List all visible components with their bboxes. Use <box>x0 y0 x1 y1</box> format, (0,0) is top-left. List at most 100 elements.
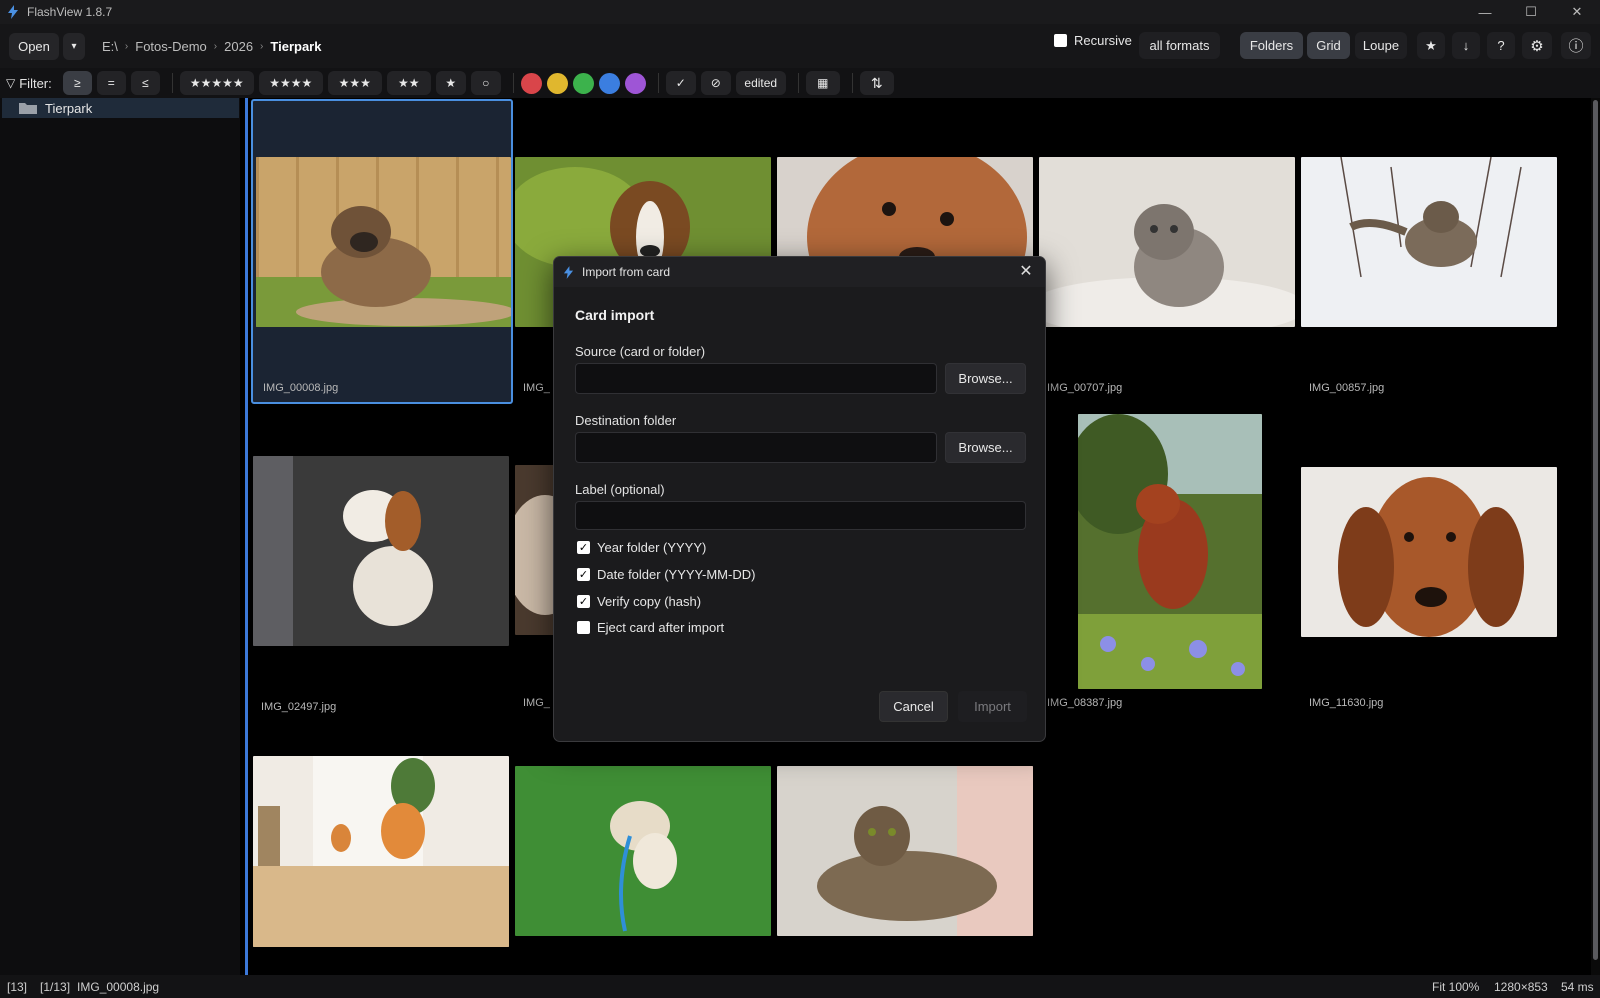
grid-item[interactable]: IMG_08387.jpg <box>1037 406 1299 711</box>
close-window-button[interactable]: ✕ <box>1554 0 1600 24</box>
verify-copy-option[interactable]: ✓ Verify copy (hash) <box>577 594 701 609</box>
color-label-dot[interactable] <box>546 72 568 94</box>
year-folder-option[interactable]: ✓ Year folder (YYYY) <box>577 540 706 555</box>
edited-filter-button[interactable]: edited <box>735 71 786 95</box>
cancel-button[interactable]: Cancel <box>879 691 948 722</box>
load-time: 54 ms <box>1561 979 1594 994</box>
grid-item[interactable] <box>251 713 513 975</box>
settings-icon[interactable]: ⚙ <box>1522 32 1552 59</box>
image-position: [1/13] <box>40 979 71 994</box>
grid-item[interactable]: IMG_02497.jpg <box>251 406 513 713</box>
thumbnail-image <box>1039 157 1295 327</box>
recursive-label: Recursive <box>1074 33 1132 48</box>
scrollbar-thumb[interactable] <box>1593 100 1598 960</box>
color-label-dot[interactable] <box>572 72 594 94</box>
verify-copy-label: Verify copy (hash) <box>597 594 702 609</box>
divider <box>512 73 514 93</box>
date-folder-checkbox[interactable]: ✓ <box>577 568 590 581</box>
compare-lte-button[interactable]: ≤ <box>130 71 160 95</box>
eject-card-option[interactable]: Eject card after import <box>577 620 724 635</box>
divider <box>851 73 853 93</box>
compare-eq-button[interactable]: = <box>96 71 126 95</box>
breadcrumb-2026[interactable]: 2026 <box>224 39 253 54</box>
breadcrumb-tierpark[interactable]: Tierpark <box>270 39 321 54</box>
thumbnail-filename: IMG_08387.jpg <box>1047 697 1123 709</box>
thumbnail-image <box>515 766 771 936</box>
source-browse-button[interactable]: Browse... <box>945 363 1026 394</box>
zoom-level: Fit 100% <box>1432 979 1480 994</box>
download-icon[interactable]: ↓ <box>1452 32 1480 59</box>
sidebar-item-tierpark[interactable]: Tierpark <box>2 98 239 118</box>
open-dropdown-button[interactable]: ▾ <box>63 32 85 60</box>
image-resolution: 1280×853 <box>1494 979 1548 994</box>
app-logo-icon <box>6 5 20 19</box>
color-label-dot[interactable] <box>520 72 542 94</box>
calendar-icon[interactable]: ▦ <box>805 71 840 95</box>
grid-item[interactable]: IMG_00707.jpg <box>1037 99 1299 404</box>
breadcrumb-separator: › <box>213 40 218 52</box>
year-folder-checkbox[interactable]: ✓ <box>577 541 590 554</box>
filter-3-stars[interactable]: ★★★ <box>327 71 382 95</box>
label-label: Label (optional) <box>575 482 665 497</box>
compare-gte-button[interactable]: ≥ <box>62 71 92 95</box>
verify-copy-checkbox[interactable]: ✓ <box>577 595 590 608</box>
source-label: Source (card or folder) <box>575 344 706 359</box>
sort-icon[interactable]: ⇅ <box>859 71 894 95</box>
dialog-close-icon[interactable]: ✕ <box>1017 263 1035 281</box>
recursive-checkbox[interactable] <box>1054 34 1067 47</box>
grid-scrollbar[interactable] <box>1591 98 1600 975</box>
formats-button[interactable]: all formats <box>1139 32 1220 59</box>
thumbnail-image <box>253 456 509 646</box>
grid-item[interactable] <box>513 713 775 975</box>
thumbnail-filename: IMG_02497.jpg <box>261 701 337 713</box>
destination-input[interactable] <box>575 432 937 463</box>
star-icon[interactable]: ★ <box>1417 32 1445 59</box>
filter-label: Filter: <box>19 75 52 91</box>
date-folder-label: Date folder (YYYY-MM-DD) <box>597 567 756 582</box>
check-icon[interactable]: ✓ <box>665 71 696 95</box>
maximize-button[interactable]: ☐ <box>1508 0 1554 24</box>
main-toolbar: Open ▾ E:\ › Fotos-Demo › 2026 › Tierpar… <box>0 24 1600 68</box>
thumbnail-filename: IMG_ <box>523 697 550 709</box>
color-label-dot[interactable] <box>624 72 646 94</box>
info-icon[interactable]: ⓘ <box>1561 32 1591 59</box>
help-icon[interactable]: ? <box>1487 32 1515 59</box>
grid-item[interactable]: IMG_11630.jpg <box>1299 406 1561 711</box>
breadcrumb-fotos-demo[interactable]: Fotos-Demo <box>135 39 207 54</box>
minimize-button[interactable]: — <box>1462 0 1508 24</box>
grid-view-button[interactable]: Grid <box>1307 32 1350 59</box>
filter-4-stars[interactable]: ★★★★ <box>258 71 323 95</box>
thumbnail-filename: IMG_00008.jpg <box>263 382 339 394</box>
grid-item[interactable]: IMG_00857.jpg <box>1299 99 1561 404</box>
open-button[interactable]: Open <box>9 32 59 60</box>
color-label-dot[interactable] <box>598 72 620 94</box>
filter-5-stars[interactable]: ★★★★★ <box>179 71 254 95</box>
filter-unrated[interactable]: ○ <box>470 71 501 95</box>
import-dialog: Import from card ✕ Card import Source (c… <box>553 256 1046 742</box>
grid-item[interactable] <box>775 713 1037 975</box>
divider <box>657 73 659 93</box>
thumbnail-filename: IMG_11630.jpg <box>1309 697 1384 709</box>
breadcrumb-drive[interactable]: E:\ <box>102 39 118 54</box>
thumbnail-image <box>1078 414 1262 689</box>
year-folder-label: Year folder (YYYY) <box>597 540 707 555</box>
folders-button[interactable]: Folders <box>1240 32 1303 59</box>
filter-2-stars[interactable]: ★★ <box>386 71 431 95</box>
recursive-toggle[interactable]: Recursive <box>1054 33 1132 48</box>
reject-icon[interactable]: ⊘ <box>700 71 731 95</box>
grid-item[interactable]: IMG_00008.jpg <box>251 99 513 404</box>
date-folder-option[interactable]: ✓ Date folder (YYYY-MM-DD) <box>577 567 755 582</box>
breadcrumb-separator: › <box>124 40 129 52</box>
thumbnail-image <box>777 766 1033 936</box>
eject-card-checkbox[interactable] <box>577 621 590 634</box>
destination-browse-button[interactable]: Browse... <box>945 432 1026 463</box>
thumbnail-image <box>256 157 511 327</box>
status-bar: [13] [1/13] IMG_00008.jpg Fit 100% 1280×… <box>0 975 1600 998</box>
source-input[interactable] <box>575 363 937 394</box>
loupe-view-button[interactable]: Loupe <box>1355 32 1407 59</box>
filter-1-star[interactable]: ★ <box>435 71 466 95</box>
label-input[interactable] <box>575 501 1026 530</box>
import-button[interactable]: Import <box>958 691 1027 722</box>
dialog-titlebar: Import from card ✕ <box>554 257 1045 287</box>
divider <box>171 73 173 93</box>
